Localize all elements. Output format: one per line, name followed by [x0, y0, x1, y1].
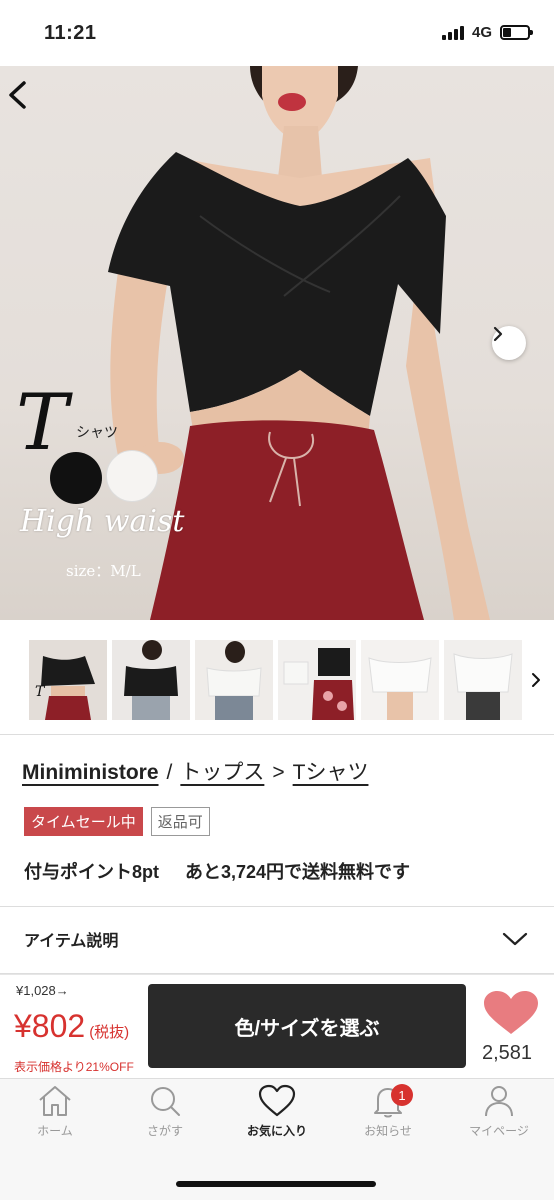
- hero-size-text: size：M/L: [66, 562, 141, 580]
- favorite-count: 2,581: [482, 1042, 533, 1064]
- white-color-swatch: [106, 450, 158, 502]
- chevron-left-icon: [9, 81, 26, 109]
- thumbnail-next-button[interactable]: [524, 666, 548, 694]
- signal-icon: [441, 25, 464, 40]
- thumbnail-strip: T: [0, 640, 554, 720]
- store-link[interactable]: Miniministore: [22, 761, 159, 785]
- breadcrumb-arrow: >: [272, 761, 285, 784]
- tab-label: お知らせ: [364, 1124, 412, 1138]
- network-type: 4G: [471, 24, 492, 41]
- original-price: ¥1,028→: [16, 983, 69, 998]
- thumbnail-3[interactable]: [195, 640, 273, 720]
- points-info: 付与ポイント8pt あと3,724円で送料無料です: [24, 858, 410, 884]
- thumbnail-2[interactable]: [112, 640, 190, 720]
- tab-mypage[interactable]: マイページ: [444, 1084, 554, 1148]
- tab-notifications[interactable]: 1 お知らせ: [333, 1084, 443, 1148]
- shipping-note: あと3,724円で送料無料です: [185, 862, 411, 882]
- item-description-toggle[interactable]: アイテム説明: [0, 906, 554, 972]
- product-badges: タイムセール中 返品可: [24, 807, 210, 836]
- person-icon: [485, 1086, 513, 1117]
- chevron-down-icon: [502, 932, 528, 946]
- time-sale-badge: タイムセール中: [24, 807, 143, 836]
- search-icon: [151, 1087, 180, 1116]
- thumbnail-6[interactable]: [444, 640, 522, 720]
- tax-note: (税抜): [89, 1024, 130, 1041]
- svg-text:T: T: [35, 684, 46, 700]
- tab-label: さがす: [146, 1124, 183, 1138]
- black-color-swatch: [50, 452, 102, 504]
- product-main-image[interactable]: T シャツ High waist size：M/L: [0, 66, 554, 620]
- tab-label: お気に入り: [246, 1124, 307, 1138]
- status-indicators: 4G: [441, 24, 533, 41]
- tab-favorites[interactable]: お気に入り: [222, 1084, 332, 1148]
- category-link[interactable]: トップス: [180, 756, 264, 786]
- price-value: ¥802: [14, 1008, 86, 1044]
- tab-label: ホーム: [37, 1124, 73, 1138]
- heart-icon: [484, 991, 538, 1034]
- returnable-badge: 返品可: [150, 807, 210, 836]
- breadcrumb: Miniministore / トップス > Tシャツ: [22, 756, 368, 786]
- status-bar: 11:21 4G: [0, 0, 554, 66]
- subcategory-link[interactable]: Tシャツ: [293, 756, 369, 786]
- hero-title-letter: T: [16, 378, 69, 468]
- thumbnail-1[interactable]: T: [29, 640, 107, 720]
- battery-icon: [500, 25, 533, 40]
- points-text: 付与ポイント8pt: [24, 862, 159, 882]
- chevron-right-icon: [532, 673, 540, 687]
- current-price: ¥802 (税抜): [14, 1008, 129, 1045]
- next-image-button[interactable]: [492, 326, 526, 360]
- discount-text: 表示価格より21%OFF: [14, 1060, 134, 1074]
- item-description-label: アイテム説明: [24, 933, 119, 950]
- tab-home[interactable]: ホーム: [0, 1084, 110, 1148]
- select-color-size-button[interactable]: 色/サイズを選ぶ: [148, 984, 466, 1068]
- tab-search[interactable]: さがす: [110, 1084, 220, 1148]
- divider: [0, 734, 554, 735]
- back-button[interactable]: [6, 80, 42, 116]
- tab-label: マイページ: [469, 1124, 529, 1138]
- home-indicator: [176, 1181, 376, 1187]
- hero-title-kana: シャツ: [76, 425, 118, 441]
- breadcrumb-separator: /: [166, 761, 173, 784]
- thumbnail-5[interactable]: [361, 640, 439, 720]
- thumbnail-4[interactable]: [278, 640, 356, 720]
- status-time: 11:21: [44, 22, 97, 44]
- chevron-right-icon: [493, 326, 503, 342]
- home-icon: [39, 1086, 71, 1116]
- heart-icon: [258, 1084, 296, 1117]
- hero-tagline: High waist: [20, 504, 185, 539]
- notification-badge: 1: [391, 1084, 413, 1106]
